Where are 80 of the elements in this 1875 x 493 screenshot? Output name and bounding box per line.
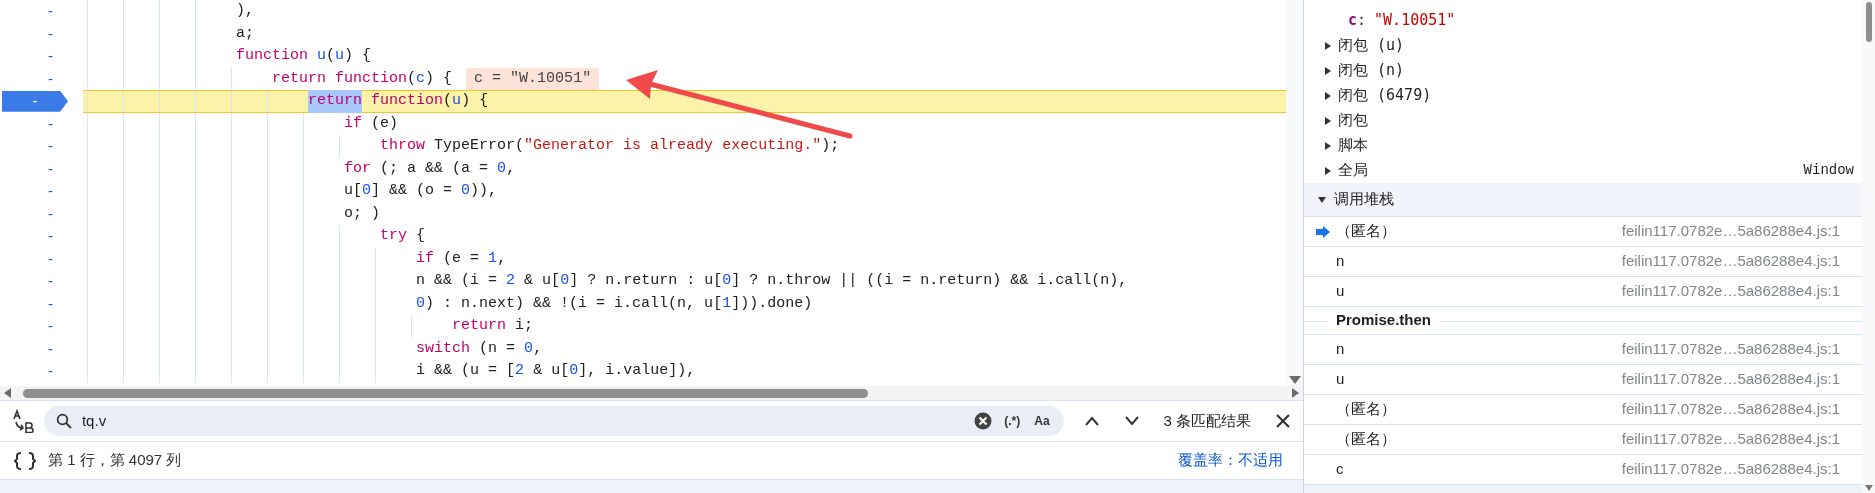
previous-match-icon[interactable] <box>1083 415 1100 427</box>
clear-icon[interactable] <box>974 412 993 430</box>
line-marker[interactable]: - <box>48 157 53 180</box>
search-input-text: tq.v <box>81 409 965 433</box>
scroll-right-icon[interactable] <box>1292 388 1299 398</box>
regex-toggle[interactable]: (.*) <box>1002 412 1023 430</box>
scope-label[interactable]: 脚本 <box>1338 134 1368 157</box>
code-line: n && (i = 2 & u[0] ? n.return : u[0] ? n.throw || ((i = n.return) && i.call(n), <box>83 270 1286 293</box>
call-stack-frame[interactable]: u feilin117.0782e…5a86288e4.js:1 <box>1304 277 1862 307</box>
code-line: o; ) <box>83 202 1286 225</box>
scroll-left-icon[interactable] <box>4 388 11 398</box>
search-field[interactable]: tq.v (.*) Aa <box>43 406 1064 436</box>
line-marker[interactable]: - <box>48 225 53 248</box>
cursor-position: 第 1 行，第 4097 列 <box>48 450 182 471</box>
code-line: function u(u) { <box>83 45 1286 68</box>
code-line: u[0] && (o = 0)), <box>83 180 1286 203</box>
scope-value: Window <box>1803 161 1854 180</box>
line-marker[interactable]: - <box>48 315 53 338</box>
call-stack-frame[interactable]: （匿名） feilin117.0782e…5a86288e4.js:1 <box>1304 217 1862 247</box>
scope-variable: c: "W.10051" <box>1347 10 1457 32</box>
call-stack-frame[interactable]: （匿名） feilin117.0782e…5a86288e4.js:1 <box>1304 425 1862 455</box>
code-line: if (e) <box>83 112 1286 135</box>
scrollbar-thumb[interactable] <box>1865 2 1872 42</box>
collapsed-triangle-icon[interactable] <box>1324 166 1332 175</box>
call-stack-frame[interactable]: u feilin117.0782e…5a86288e4.js:1 <box>1304 365 1862 395</box>
line-marker[interactable]: - <box>48 0 53 23</box>
collapsed-triangle-icon[interactable] <box>1324 91 1332 100</box>
scope-label[interactable]: 闭包 <box>1338 109 1368 132</box>
horizontal-scrollbar-thumb[interactable] <box>23 388 868 398</box>
scroll-down-icon[interactable] <box>1864 485 1873 491</box>
code-line: i && (u = [2 & u[0], i.value]), <box>83 360 1286 383</box>
coverage-link[interactable]: 覆盖率：不适用 <box>1178 449 1283 472</box>
scope-label[interactable]: 闭包 (n) <box>1338 59 1405 82</box>
line-marker[interactable]: - <box>48 292 53 315</box>
replace-toggle-icon[interactable] <box>12 409 34 433</box>
pretty-print-icon[interactable] <box>14 451 36 470</box>
match-count: 3 条匹配结果 <box>1163 410 1252 431</box>
line-marker[interactable]: - <box>48 247 53 270</box>
line-marker[interactable]: - <box>48 22 53 45</box>
expanded-triangle-icon[interactable] <box>1318 195 1326 204</box>
collapsed-triangle-icon[interactable] <box>1324 66 1332 75</box>
line-marker[interactable]: - <box>48 112 53 135</box>
code-line: if (e = 1, <box>83 247 1286 270</box>
code-line: a; <box>83 22 1286 45</box>
code-line: for (; a && (a = 0, <box>83 157 1286 180</box>
code-line: ), <box>83 0 1286 23</box>
code-line: return i; <box>83 315 1286 338</box>
line-marker[interactable]: - <box>48 135 53 158</box>
vertical-scrollbar[interactable] <box>1862 0 1875 493</box>
next-match-icon[interactable] <box>1123 415 1140 427</box>
inline-value: c = "W.10051" <box>466 67 600 90</box>
section-title: 调用堆栈 <box>1334 189 1394 210</box>
line-marker[interactable]: - <box>48 202 53 225</box>
vertical-scrollbar[interactable] <box>1286 0 1303 386</box>
match-case-toggle[interactable]: Aa <box>1032 412 1052 430</box>
execution-marker[interactable]: - <box>2 90 68 112</box>
line-marker[interactable]: - <box>48 360 53 383</box>
call-stack-frame[interactable]: n feilin117.0782e…5a86288e4.js:1 <box>1304 247 1862 277</box>
collapsed-triangle-icon[interactable] <box>1324 41 1332 50</box>
line-marker[interactable]: - <box>48 180 53 203</box>
close-icon[interactable] <box>1275 413 1292 429</box>
line-marker[interactable]: - <box>48 45 53 68</box>
scroll-down-icon[interactable] <box>1288 376 1301 384</box>
call-stack-frame[interactable]: （匿名） feilin117.0782e…5a86288e4.js:1 <box>1304 395 1862 425</box>
code-line: try { <box>83 225 1286 248</box>
collapsed-triangle-icon[interactable] <box>1324 116 1332 125</box>
scope-label[interactable]: 全局 <box>1338 159 1368 182</box>
scope-label[interactable]: 闭包 (u) <box>1338 34 1405 57</box>
line-marker[interactable]: - <box>48 67 53 90</box>
code-line: return function(c) { c = "W.10051" <box>83 67 1286 90</box>
call-stack-frame[interactable]: n feilin117.0782e…5a86288e4.js:1 <box>1304 335 1862 365</box>
search-icon <box>55 413 72 429</box>
call-stack-header[interactable]: 调用堆栈 <box>1304 183 1862 217</box>
line-marker[interactable]: - <box>48 270 53 293</box>
code-line: 0) : n.next) && !(i = i.call(n, u[1])).done) <box>83 292 1286 315</box>
collapsed-triangle-icon[interactable] <box>1324 141 1332 150</box>
code-line: switch (n = 0, <box>83 337 1286 360</box>
line-marker[interactable]: - <box>48 337 53 360</box>
scope-label[interactable]: 闭包 (6479) <box>1338 84 1432 107</box>
code-line: throw TypeError("Generator is already executing."); <box>83 135 1286 158</box>
